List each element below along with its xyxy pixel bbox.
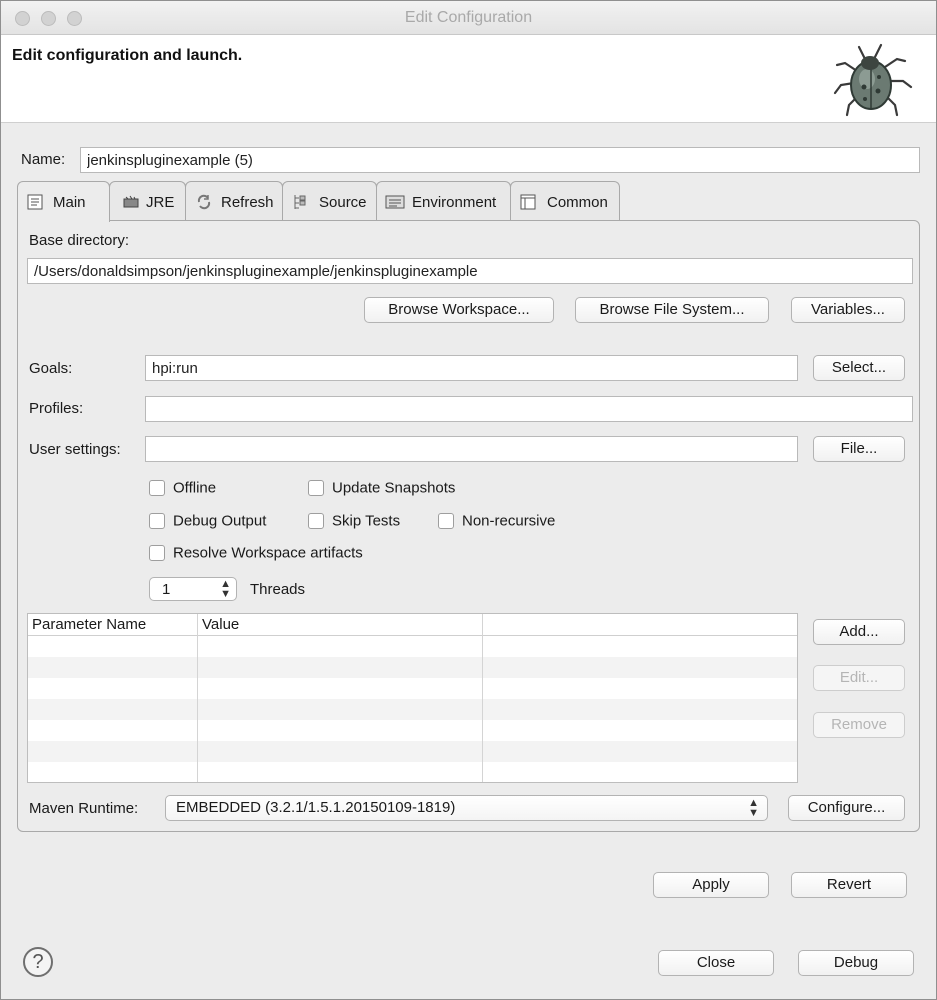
select-arrows-icon: ▲ ▼ <box>748 797 759 819</box>
offline-checkbox-label: Offline <box>173 479 217 497</box>
help-icon[interactable]: ? <box>23 947 53 977</box>
base-directory-label: Base directory: <box>29 232 130 249</box>
offline-checkbox[interactable]: Offline <box>149 479 216 499</box>
goals-input[interactable] <box>145 355 798 381</box>
bug-icon <box>833 43 913 117</box>
maven-runtime-select[interactable]: EMBEDDED (3.2.1/1.5.1.20150109-1819) ▲ ▼ <box>165 795 768 821</box>
revert-button[interactable]: Revert <box>791 872 907 898</box>
edit-parameter-button[interactable]: Edit... <box>813 665 905 691</box>
offline-checkbox-box[interactable] <box>149 480 165 497</box>
resolve-workspace-checkbox[interactable]: Resolve Workspace artifacts <box>149 544 363 564</box>
tab-source-label: Source <box>319 194 367 211</box>
browse-workspace-button[interactable]: Browse Workspace... <box>364 297 554 323</box>
name-label: Name: <box>21 151 66 168</box>
tab-jre-label: JRE <box>146 194 175 211</box>
remove-parameter-button[interactable]: Remove <box>813 712 905 738</box>
user-settings-file-button[interactable]: File... <box>813 436 905 462</box>
maven-runtime-label: Maven Runtime: <box>29 800 139 817</box>
debug-output-checkbox[interactable]: Debug Output <box>149 512 266 532</box>
browse-file-system-button[interactable]: Browse File System... <box>575 297 769 323</box>
table-row[interactable] <box>28 699 797 720</box>
column-divider <box>197 614 198 782</box>
tab-bar: Main JRE Refresh Source Environment Comm… <box>17 181 920 222</box>
tab-common[interactable]: Common <box>510 181 620 221</box>
tab-jre[interactable]: JRE <box>109 181 186 221</box>
column-divider <box>482 614 483 782</box>
update-snapshots-checkbox-label: Update Snapshots <box>332 479 456 497</box>
skip-tests-checkbox[interactable]: Skip Tests <box>308 512 400 532</box>
refresh-icon <box>195 193 213 215</box>
title-bar: Edit Configuration <box>1 1 936 35</box>
header-title: Edit configuration and launch. <box>12 47 243 64</box>
stepper-arrows-icon[interactable]: ▲ ▼ <box>220 579 231 600</box>
skip-tests-checkbox-label: Skip Tests <box>332 512 401 530</box>
table-row[interactable] <box>28 657 797 678</box>
non-recursive-checkbox-label: Non-recursive <box>462 512 556 530</box>
environment-icon <box>385 193 405 215</box>
tab-source[interactable]: Source <box>282 181 377 221</box>
add-parameter-button[interactable]: Add... <box>813 619 905 645</box>
base-directory-input[interactable] <box>27 258 913 284</box>
name-input[interactable] <box>80 147 920 173</box>
main-tab-panel: Base directory: Browse Workspace... Brow… <box>17 220 920 832</box>
window-title: Edit Configuration <box>404 9 533 26</box>
maven-runtime-value: EMBEDDED (3.2.1/1.5.1.20150109-1819) <box>176 799 456 816</box>
user-settings-input[interactable] <box>145 436 798 462</box>
debug-output-checkbox-box[interactable] <box>149 513 165 530</box>
parameters-table[interactable]: Parameter Name Value <box>27 613 798 783</box>
debug-button[interactable]: Debug <box>798 950 914 976</box>
table-row[interactable] <box>28 741 797 762</box>
user-settings-label: User settings: <box>29 441 121 458</box>
update-snapshots-checkbox-box[interactable] <box>308 480 324 497</box>
tab-environment[interactable]: Environment <box>376 181 511 221</box>
threads-stepper[interactable]: 1 ▲ ▼ <box>149 577 237 601</box>
tab-common-label: Common <box>547 194 608 211</box>
resolve-workspace-checkbox-box[interactable] <box>149 545 165 562</box>
select-goals-button[interactable]: Select... <box>813 355 905 381</box>
debug-output-checkbox-label: Debug Output <box>173 512 267 530</box>
jre-icon <box>122 193 142 215</box>
update-snapshots-checkbox[interactable]: Update Snapshots <box>308 479 455 499</box>
edit-configuration-window: Edit Configuration Edit configuration an… <box>0 0 937 1000</box>
common-icon <box>519 193 537 215</box>
profiles-label: Profiles: <box>29 400 84 417</box>
tab-main-label: Main <box>53 194 86 211</box>
dialog-header: Edit configuration and launch. <box>1 35 936 123</box>
goals-label: Goals: <box>29 360 73 377</box>
threads-label: Threads <box>250 581 306 598</box>
apply-button[interactable]: Apply <box>653 872 769 898</box>
threads-value: 1 <box>162 581 171 598</box>
skip-tests-checkbox-box[interactable] <box>308 513 324 530</box>
resolve-workspace-checkbox-label: Resolve Workspace artifacts <box>173 544 363 562</box>
tab-refresh[interactable]: Refresh <box>185 181 283 221</box>
tab-main[interactable]: Main <box>17 181 110 222</box>
profiles-input[interactable] <box>145 396 913 422</box>
source-icon <box>291 193 309 215</box>
table-header: Parameter Name Value <box>28 614 797 636</box>
main-tab-icon <box>26 193 44 215</box>
non-recursive-checkbox[interactable]: Non-recursive <box>438 512 555 532</box>
variables-button[interactable]: Variables... <box>791 297 905 323</box>
close-button[interactable]: Close <box>658 950 774 976</box>
configure-button[interactable]: Configure... <box>788 795 905 821</box>
tab-refresh-label: Refresh <box>221 194 274 211</box>
non-recursive-checkbox-box[interactable] <box>438 513 454 530</box>
column-value[interactable]: Value <box>202 616 239 633</box>
tab-environment-label: Environment <box>412 194 497 211</box>
column-parameter-name[interactable]: Parameter Name <box>32 616 146 633</box>
